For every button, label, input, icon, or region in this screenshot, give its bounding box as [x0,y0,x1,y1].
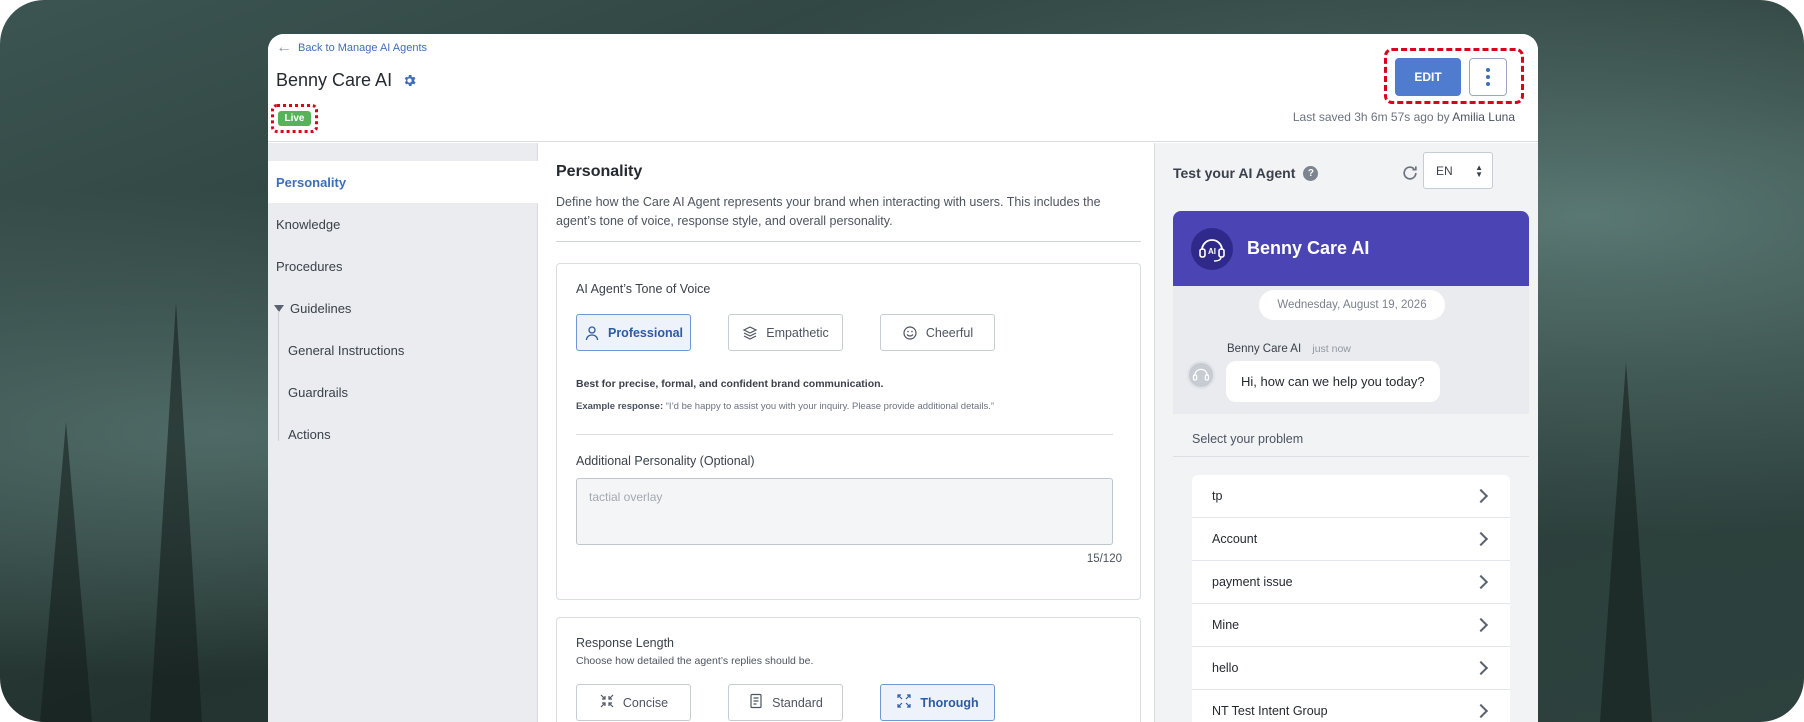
chat-header: AI Benny Care AI [1173,211,1529,286]
length-thorough-button[interactable]: Thorough [880,684,995,721]
tone-card: AI Agent’s Tone of Voice Professional Em… [556,263,1141,600]
sidebar-item-procedures[interactable]: Procedures [268,245,538,287]
divider [556,241,1141,242]
back-link-label: Back to Manage AI Agents [298,42,428,54]
sort-arrows-icon: ▲ ▼ [1475,163,1483,179]
list-item[interactable]: NT Test Intent Group [1192,690,1510,722]
person-icon [584,325,600,341]
chevron-right-icon [1473,660,1489,676]
background-tree [150,302,202,722]
last-saved-user: Amilia Luna [1452,110,1515,124]
sidebar: Personality Knowledge Procedures Guideli… [268,143,538,722]
additional-personality-input[interactable]: tactial overlay [576,478,1113,545]
sidebar-item-knowledge[interactable]: Knowledge [268,203,538,245]
page-header: ← Back to Manage AI Agents Benny Care AI… [268,34,1538,142]
smile-icon [902,325,918,341]
additional-personality-label: Additional Personality (Optional) [576,454,755,468]
tone-best-for: Best for precise, formal, and confident … [576,378,884,390]
message-meta: Benny Care AI just now [1227,343,1351,355]
tone-empathetic-button[interactable]: Empathetic [728,314,843,351]
chevron-right-icon [1473,488,1489,504]
agent-name: Benny Care AI [276,70,393,90]
sidebar-item-guardrails[interactable]: Guardrails [268,371,538,413]
back-link[interactable]: ← Back to Manage AI Agents [276,39,428,56]
chat-bot-name: Benny Care AI [1247,238,1370,258]
length-concise-button[interactable]: Concise [576,684,691,721]
help-icon[interactable]: ? [1303,165,1319,181]
message-time: just now [1312,343,1351,355]
length-standard-button[interactable]: Standard [728,684,843,721]
sidebar-item-actions[interactable]: Actions [268,413,538,455]
refresh-icon[interactable] [1400,163,1420,183]
sidebar-item-guidelines[interactable]: Guidelines [268,287,538,329]
chevron-right-icon [1473,531,1489,547]
ai-agent-editor-window: ← Back to Manage AI Agents Benny Care AI… [268,34,1538,722]
status-badge: Live [278,111,311,126]
chevron-right-icon [1473,617,1489,633]
chat-date: Wednesday, August 19, 2026 [1259,290,1445,320]
gear-icon[interactable] [402,73,417,88]
collapse-icon [599,693,615,712]
section-description: Define how the Care AI Agent represents … [556,195,1101,228]
problem-label: Select your problem [1192,432,1304,446]
message-sender: Benny Care AI [1227,343,1302,355]
tone-example: Example response: “I’d be happy to assis… [576,401,995,412]
status-highlight: Live [271,104,318,133]
test-agent-panel: Test your AI Agent ? EN ▲ ▼ AI Benny Car… [1154,143,1538,722]
kebab-icon [1486,68,1490,72]
background-tree [40,422,92,722]
chat-message: Hi, how can we help you today? [1226,361,1440,402]
expand-icon [896,693,912,712]
divider [576,434,1113,435]
list-item[interactable]: tp [1192,475,1510,518]
test-panel-title: Test your AI Agent ? [1173,165,1319,181]
response-length-label: Response Length [576,636,674,650]
actions-highlight: EDIT [1384,48,1524,104]
problem-selector: Select your problem tp Account payment i… [1173,414,1529,722]
list-item[interactable]: Account [1192,518,1510,561]
caret-down-icon [274,304,284,312]
chevron-right-icon [1473,703,1489,719]
tone-cheerful-button[interactable]: Cheerful [880,314,995,351]
language-select[interactable]: EN ▲ ▼ [1423,152,1493,189]
list-item[interactable]: payment issue [1192,561,1510,604]
layers-icon [742,325,758,341]
chat-preview: AI Benny Care AI Wednesday, August 19, 2… [1173,211,1529,722]
last-saved-text: Last saved 3h 6m 57s ago by Amilia Luna [1292,110,1515,124]
bot-avatar [1187,361,1215,389]
problem-list: tp Account payment issue Mine hello NT T… [1192,475,1510,722]
edit-button[interactable]: EDIT [1395,58,1461,96]
sidebar-item-general-instructions[interactable]: General Instructions [268,329,538,371]
sidebar-item-personality[interactable]: Personality [268,161,538,203]
list-item[interactable]: Mine [1192,604,1510,647]
divider [1173,456,1529,457]
response-length-description: Choose how detailed the agent’s replies … [576,655,814,667]
background-tree [1600,362,1652,722]
section-title: Personality [556,163,643,180]
more-options-button[interactable] [1469,58,1507,96]
document-icon [748,693,764,712]
svg-text:AI: AI [1208,247,1216,256]
arrow-left-icon: ← [276,39,292,56]
list-item[interactable]: hello [1192,647,1510,690]
tone-professional-button[interactable]: Professional [576,314,691,351]
response-length-card: Response Length Choose how detailed the … [556,617,1141,722]
tone-label: AI Agent’s Tone of Voice [576,282,711,296]
page-title: Benny Care AI [276,70,417,91]
chevron-right-icon [1473,574,1489,590]
headset-icon: AI [1191,227,1233,270]
character-counter: 15/120 [1086,553,1122,565]
